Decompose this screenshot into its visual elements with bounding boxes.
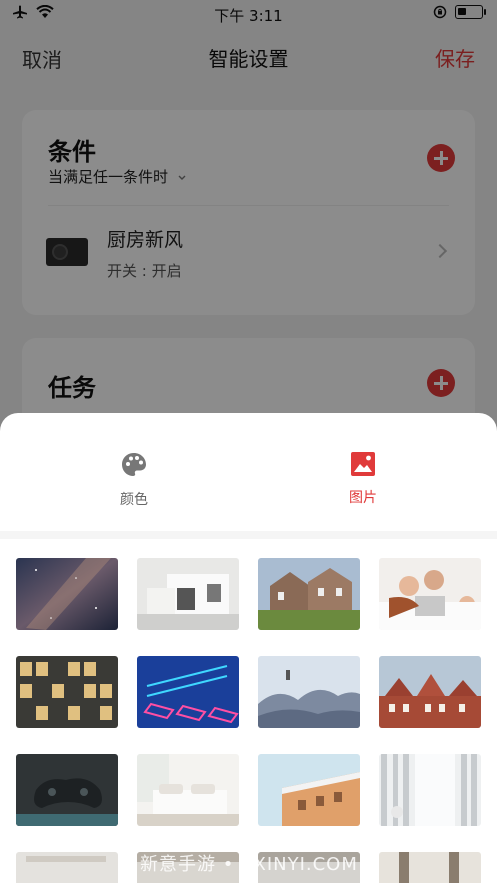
thumbnail-glass-office-building[interactable] (16, 656, 118, 728)
thumbnail-white-bedroom[interactable] (137, 754, 239, 826)
thumbnail-gaming-controller[interactable] (16, 754, 118, 826)
tab-image-label: 图片 (349, 490, 377, 506)
watermark: 新意手游 • SXINYI.COM (140, 854, 358, 875)
background-picker-sheet: 颜色 图片 (0, 413, 497, 883)
palette-icon (122, 453, 146, 476)
image-icon (351, 452, 375, 476)
thumbnail-interior-4[interactable] (379, 852, 481, 883)
thumbnail-curtains-window[interactable] (379, 754, 481, 826)
thumbnail-white-modern-house[interactable] (137, 558, 239, 630)
thumbnail-foggy-mountains[interactable] (258, 656, 360, 728)
app-screen: 下午 3:11 取消 智能设置 保存 条件 当满足任一条件时 厨房新风 开关 :… (0, 0, 497, 883)
thumbnail-brick-house-lawn[interactable] (258, 558, 360, 630)
thumbnail-orange-building[interactable] (258, 754, 360, 826)
thumbnail-neon-keyboard[interactable] (137, 656, 239, 728)
thumbnail-interior-1[interactable] (16, 852, 118, 883)
tab-image[interactable]: 图片 (318, 451, 408, 507)
tab-color[interactable]: 颜色 (89, 451, 179, 509)
thumbnail-family-laptop[interactable] (379, 558, 481, 630)
thumbnail-red-brick-townhouses[interactable] (379, 656, 481, 728)
sheet-divider (0, 531, 497, 539)
thumbnail-starry-sky[interactable] (16, 558, 118, 630)
tab-color-label: 颜色 (120, 492, 148, 508)
picker-tabs: 颜色 图片 (0, 413, 497, 531)
